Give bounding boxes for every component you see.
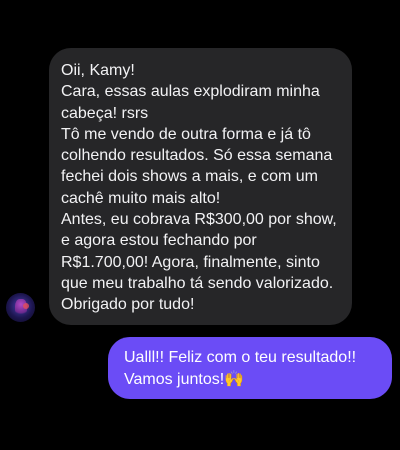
message-line-results: Tô me vendo de outra forma e já tô colhe… — [61, 125, 333, 207]
received-message-bubble[interactable]: Oii, Kamy! Cara, essas aulas explodiram … — [49, 48, 352, 325]
message-line-prices: Antes, eu cobrava R$300,00 por show, e a… — [61, 211, 337, 314]
sent-message-line-2: Vamos juntos!🙌 — [124, 368, 378, 390]
contact-avatar[interactable] — [6, 293, 35, 322]
sent-message-text: Vamos juntos! — [124, 371, 225, 389]
sent-message-line-1: Ualll!! Feliz com o teu resultado!! — [124, 349, 357, 366]
sent-message-bubble[interactable]: Ualll!! Feliz com o teu resultado!! Vamo… — [108, 337, 392, 399]
raising-hands-icon: 🙌 — [224, 369, 245, 389]
message-line-reaction: Cara, essas aulas explodiram minha cabeç… — [61, 83, 320, 122]
chat-thread: Oii, Kamy! Cara, essas aulas explodiram … — [0, 0, 400, 450]
message-line-greeting: Oii, Kamy! — [61, 62, 135, 79]
avatar-stage-light — [23, 303, 29, 309]
